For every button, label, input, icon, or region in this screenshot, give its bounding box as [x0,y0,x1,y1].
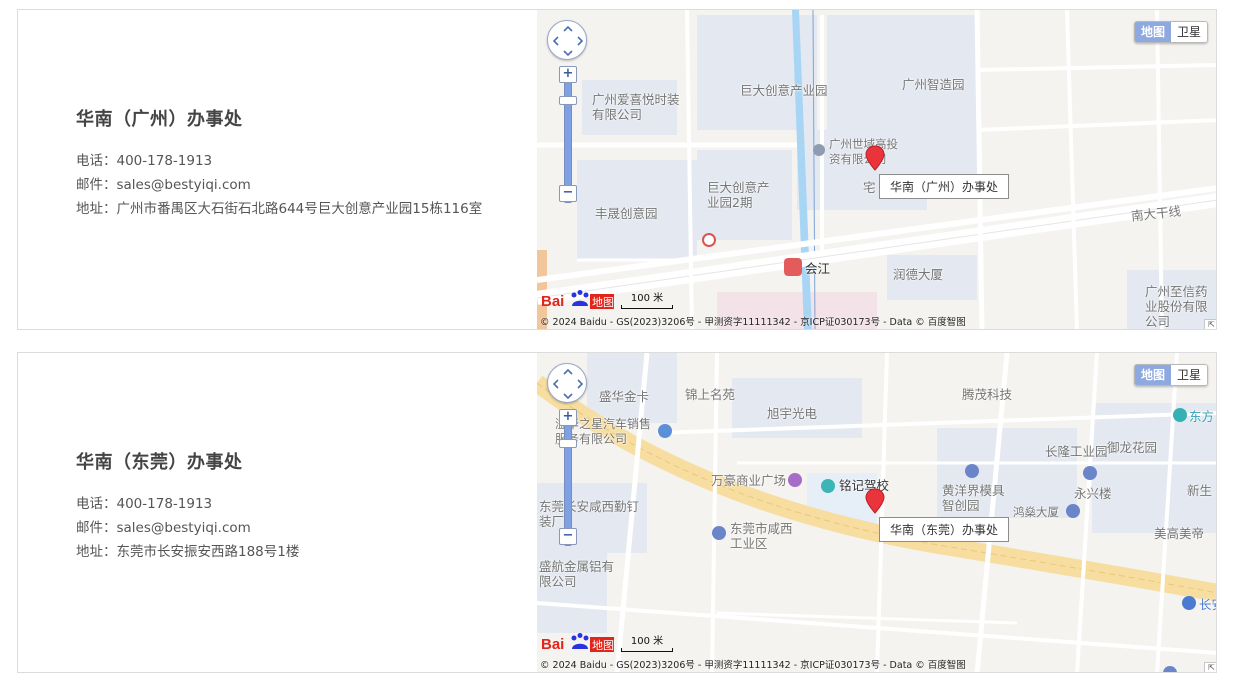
map-copyright: © 2024 Baidu - GS(2023)3206号 - 甲测资字11111… [540,317,966,328]
address-label: 地址： [76,201,117,217]
poi-label[interactable]: 美高美帝 [1154,526,1204,541]
poi-label[interactable]: 广州爱喜悦时装有限公司 [592,92,682,122]
poi-label[interactable]: 锦上名苑 [685,387,735,402]
office-phone: 电话：400-178-1913 [76,149,526,173]
svg-text:Bai: Bai [541,293,564,310]
poi-label[interactable]: 黄洋界模具智创园 [942,483,1012,513]
zoom-in-icon[interactable]: + [559,409,577,426]
address-value: 广州市番禺区大石街石北路644号巨大创意产业园15栋116室 [116,201,483,217]
phone-label: 电话： [76,153,117,169]
poi-label[interactable]: 万豪商业广场 [711,473,786,488]
baidu-map[interactable]: 广州爱喜悦时装有限公司 巨大创意产业园 广州智造园 广州世域高投资有限公司 巨大… [537,10,1216,329]
baidu-logo-text: 地图 [592,296,614,309]
map-type-satellite[interactable]: 卫星 [1170,22,1207,42]
poi-label[interactable]: 巨大创意产业园 [740,83,828,98]
email-value: sales@bestyiqi.com [116,177,251,193]
zoom-out-icon[interactable]: − [559,528,577,545]
scale-text: 100 米 [630,636,664,647]
email-label: 邮件： [76,177,117,193]
zoom-slider-handle[interactable] [559,96,577,105]
office-address: 地址：东莞市长安振安西路188号1楼 [76,540,526,564]
location-pin-icon[interactable] [865,488,885,514]
map-pan-control[interactable] [547,363,587,403]
office-info: 华南（广州）办事处 电话：400-178-1913 邮件：sales@besty… [76,105,526,221]
scale-bar [621,305,673,309]
poi-label[interactable]: 会江 [805,261,830,276]
scale-bar [621,648,673,652]
zoom-slider-handle[interactable] [559,439,577,448]
map-pan-control[interactable] [547,20,587,60]
resize-corner-icon[interactable]: ⇱ [1204,662,1216,672]
poi-label[interactable]: 丰晟创意园 [595,206,658,221]
map-scale: 100 米 [621,636,673,652]
address-label: 地址： [76,544,117,560]
poi-label[interactable]: 润德大厦 [893,267,943,282]
resize-corner-icon[interactable]: ⇱ [1204,319,1216,329]
poi-label[interactable]: 巨大创意产业园2期 [707,180,772,210]
poi-label[interactable]: 长安 [1199,597,1216,612]
zoom-out-icon[interactable]: − [559,185,577,202]
baidu-paw-icon: Bai 地图 [541,633,614,653]
poi-label[interactable]: 永兴楼 [1074,486,1112,501]
map-type-satellite[interactable]: 卫星 [1170,365,1207,385]
svg-text:Bai: Bai [541,636,564,653]
poi-label[interactable]: 新生 [1187,483,1212,498]
map-type-map[interactable]: 地图 [1134,365,1171,385]
zoom-in-icon[interactable]: + [559,66,577,83]
phone-label: 电话： [76,496,117,512]
map-scale: 100 米 [621,293,673,309]
office-info: 华南（东莞）办事处 电话：400-178-1913 邮件：sales@besty… [76,448,526,564]
poi-label[interactable]: 长隆工业园 [1045,444,1108,459]
email-label: 邮件： [76,520,117,536]
phone-value: 400-178-1913 [116,153,213,169]
office-email: 邮件：sales@bestyiqi.com [76,173,526,197]
poi-label[interactable]: 盛华金卡 [599,389,649,404]
poi-label[interactable]: 腾茂科技 [962,387,1012,402]
zoom-track[interactable] [564,73,572,203]
map-copyright: © 2024 Baidu - GS(2023)3206号 - 甲测资字11111… [540,660,966,671]
map-type-switch[interactable]: 地图 卫星 [1133,364,1208,386]
phone-value: 400-178-1913 [116,496,213,512]
poi-label[interactable]: 东莞市咸西工业区 [730,521,800,551]
office-card-guangzhou: 华南（广州）办事处 电话：400-178-1913 邮件：sales@besty… [17,9,1217,330]
baidu-paw-icon: Bai 地图 [541,290,614,310]
location-pin-icon[interactable] [865,145,885,171]
address-value: 东莞市长安振安西路188号1楼 [116,544,300,560]
poi-label[interactable]: 御龙花园 [1107,440,1157,455]
office-email: 邮件：sales@bestyiqi.com [76,516,526,540]
map-type-map[interactable]: 地图 [1134,22,1171,42]
poi-label[interactable]: 东莞长安咸西勤钉装厂 [539,499,647,529]
marker-label[interactable]: 华南（广州）办事处 [879,174,1010,199]
zoom-track[interactable] [564,416,572,546]
office-phone: 电话：400-178-1913 [76,492,526,516]
baidu-map[interactable]: 盛华金卡 锦上名苑 旭宇光电 腾茂科技 东方 溢华之星汽车销售服务有限公司 长隆… [537,353,1216,672]
poi-label[interactable]: 东方 [1189,409,1214,424]
office-card-dongguan: 华南（东莞）办事处 电话：400-178-1913 邮件：sales@besty… [17,352,1217,673]
poi-label[interactable]: 盛航金属铝有限公司 [539,559,619,589]
pan-arrows-icon [552,25,584,57]
poi-label[interactable]: 广州智造园 [902,77,965,92]
baidu-logo[interactable]: Bai 地图 [541,289,621,311]
baidu-logo[interactable]: Bai 地图 [541,632,621,654]
baidu-logo-text: 地图 [592,639,614,652]
email-value: sales@bestyiqi.com [116,520,251,536]
pan-arrows-icon [552,368,584,400]
poi-label[interactable]: 旭宇光电 [767,406,817,421]
marker-label[interactable]: 华南（东莞）办事处 [879,517,1010,542]
scale-text: 100 米 [630,293,664,304]
office-title: 华南（东莞）办事处 [76,452,243,473]
poi-label[interactable]: 宅 [863,180,876,195]
map-type-switch[interactable]: 地图 卫星 [1133,21,1208,43]
office-title: 华南（广州）办事处 [76,109,243,130]
office-address: 地址：广州市番禺区大石街石北路644号巨大创意产业园15栋116室 [76,197,526,221]
poi-label[interactable]: 鸿燊大厦 [1013,505,1059,520]
